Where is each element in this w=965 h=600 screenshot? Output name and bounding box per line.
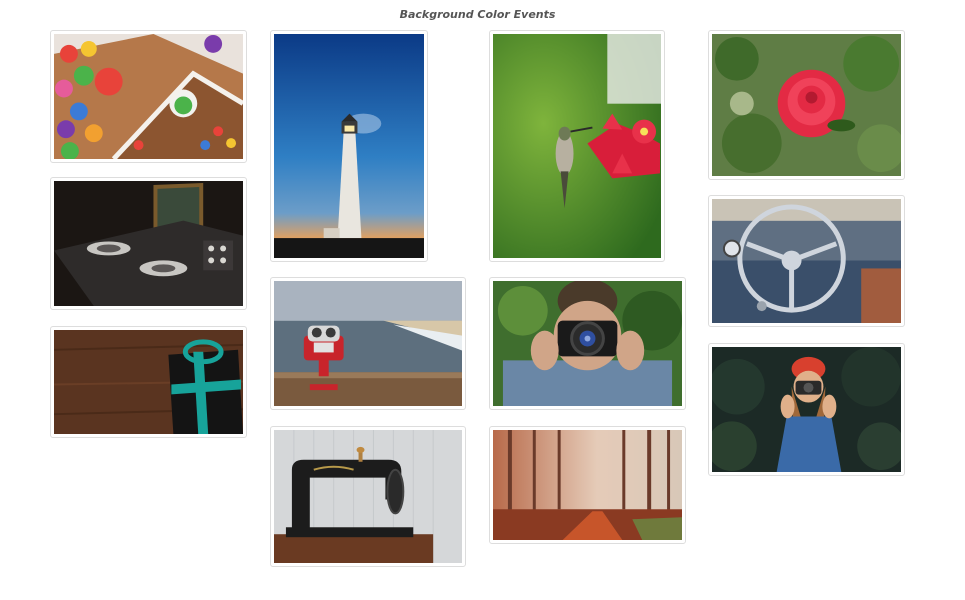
gallery-item-binoculars[interactable] xyxy=(270,277,466,410)
gallery-item-gingerbread[interactable] xyxy=(50,30,247,163)
page-title: Background Color Events xyxy=(399,8,556,21)
gallery-item-gift[interactable] xyxy=(50,326,247,438)
coin-binoculars-beach-photo xyxy=(274,281,462,406)
gallery-item-woman-camera[interactable] xyxy=(708,343,905,476)
gallery-item-steering-wheel[interactable] xyxy=(708,195,905,327)
sewing-machine-photo xyxy=(274,430,462,563)
lighthouse-night-sky-photo xyxy=(274,34,424,258)
gallery-item-rose[interactable] xyxy=(708,30,905,180)
gallery-item-lighthouse[interactable] xyxy=(270,30,428,262)
vintage-car-steering-wheel-photo xyxy=(712,199,901,323)
gift-box-wood-table-photo xyxy=(54,330,243,434)
gallery-item-hummingbird[interactable] xyxy=(489,30,665,262)
gingerbread-house-candy-photo xyxy=(54,34,243,159)
woman-red-hat-camera-photo xyxy=(712,347,901,472)
gallery-item-dj[interactable] xyxy=(50,177,247,310)
autumn-forest-path-photo xyxy=(493,430,682,540)
gallery-item-sewing-machine[interactable] xyxy=(270,426,466,567)
red-rose-photo xyxy=(712,34,901,176)
dj-turntable-laptop-photo xyxy=(54,181,243,306)
hummingbird-feeder-photo xyxy=(493,34,661,258)
gallery-item-forest[interactable] xyxy=(489,426,686,544)
photographer-camera-man-photo xyxy=(493,281,682,406)
gallery-item-photographer[interactable] xyxy=(489,277,686,410)
